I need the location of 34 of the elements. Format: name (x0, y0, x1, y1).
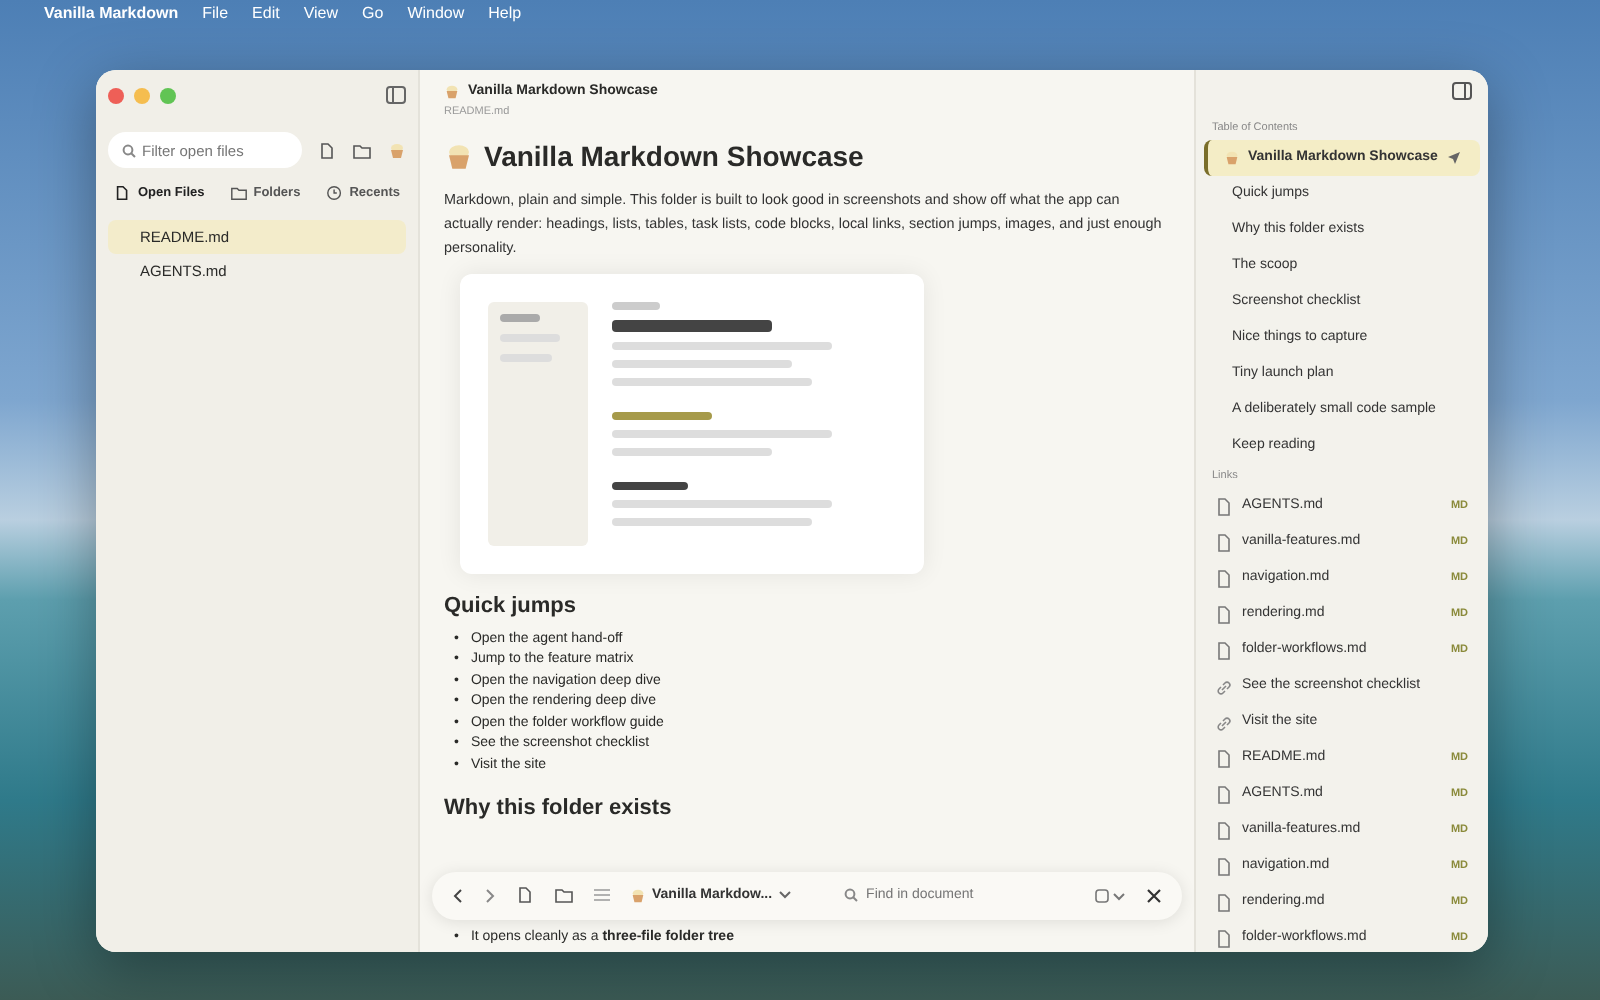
chevron-down-icon (778, 890, 793, 901)
menu-item[interactable]: Go (362, 1, 384, 25)
menu-item[interactable]: File (202, 1, 229, 25)
ice-cream-cup-icon (444, 84, 460, 101)
ice-cream-cup-icon (1224, 150, 1240, 167)
menu-item[interactable]: Edit (252, 1, 280, 25)
close-icon[interactable] (1146, 887, 1162, 904)
link-icon (1216, 715, 1232, 731)
document-icon (114, 184, 132, 203)
back-icon[interactable] (452, 887, 464, 904)
clock-icon (325, 184, 344, 203)
search-icon (844, 888, 859, 903)
sidebar-toggle-icon[interactable] (386, 86, 406, 104)
ice-cream-cup-icon (444, 141, 474, 172)
sidebar-toggle-icon[interactable] (1452, 82, 1472, 100)
folder-icon[interactable] (554, 886, 574, 905)
link-icon (1216, 679, 1232, 695)
forward-icon[interactable] (484, 887, 496, 904)
app-name[interactable]: Vanilla Markdown (44, 1, 179, 25)
section-heading: Why this folder exists (444, 796, 674, 823)
folder-icon[interactable] (352, 141, 372, 159)
menu-item[interactable]: Help (488, 1, 522, 25)
new-file-icon[interactable] (516, 886, 534, 905)
new-file-icon[interactable] (318, 141, 336, 159)
search-icon (122, 143, 136, 157)
location-arrow-icon (1448, 152, 1460, 165)
ice-cream-cup-icon (630, 887, 646, 904)
menu-item[interactable]: View (303, 1, 339, 25)
section-heading: Quick jumps (444, 594, 579, 622)
menu-item[interactable]: Window (407, 1, 465, 25)
document-heading: Vanilla Markdown Showcase (484, 137, 864, 176)
close-button[interactable] (108, 87, 124, 103)
folder-icon (229, 184, 248, 203)
options-icon[interactable] (1094, 887, 1126, 904)
